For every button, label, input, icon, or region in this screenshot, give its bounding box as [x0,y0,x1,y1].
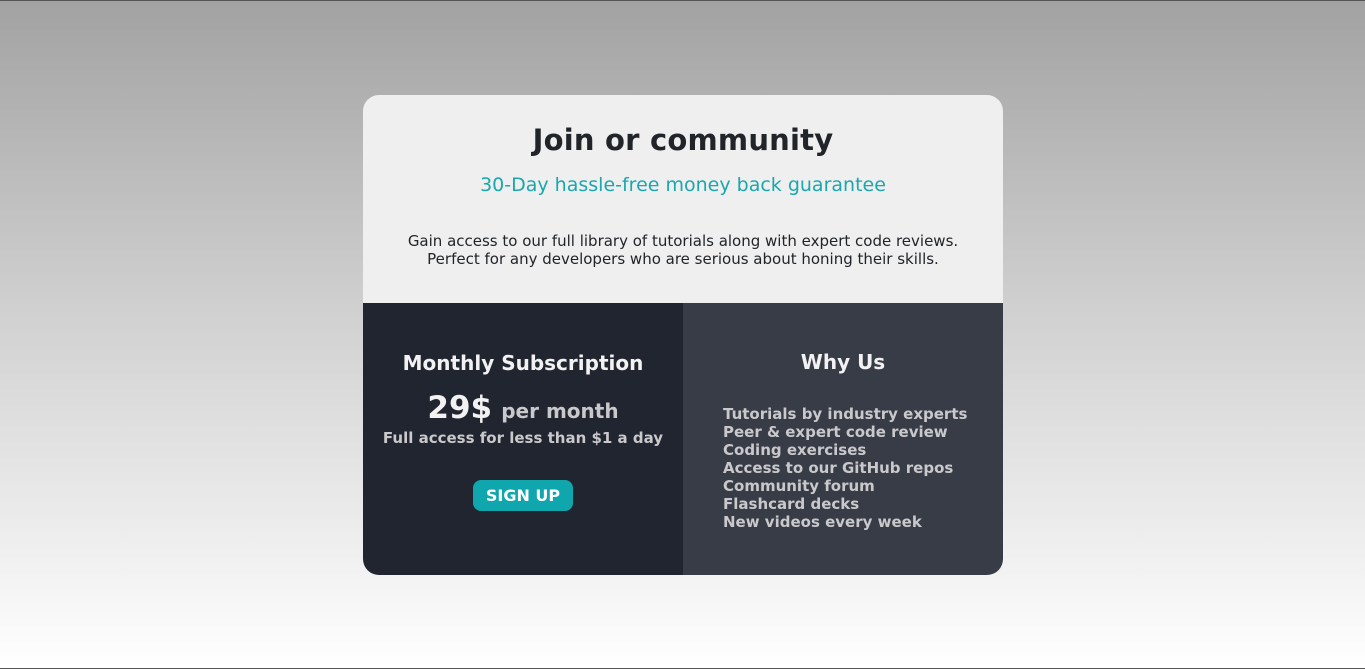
sign-up-button[interactable]: SIGN UP [472,480,574,511]
description-line-1: Gain access to our full library of tutor… [407,232,959,250]
why-us-panel: Why Us Tutorials by industry experts Pee… [683,303,1003,575]
card-header: Join or community 30-Day hassle-free mon… [363,95,1003,303]
list-item: Coding exercises [723,441,867,459]
description-line-2: Perfect for any developers who are serio… [427,250,939,268]
price-period: per month [501,399,619,423]
price-line: 29$ per month [363,392,683,429]
why-us-heading: Why Us [800,350,886,374]
pricing-card: Join or community 30-Day hassle-free mon… [363,95,1003,575]
subscription-panel: Monthly Subscription 29$ per month Full … [363,303,683,575]
list-item: New videos every week [723,513,922,531]
description: Gain access to our full library of tutor… [383,232,983,268]
subscription-heading: Monthly Subscription [402,351,644,375]
why-us-list: Tutorials by industry experts Peer & exp… [723,405,1003,531]
page-title: Join or community [532,123,834,157]
list-item: Tutorials by industry experts [723,405,968,423]
list-item: Flashcard decks [723,495,860,513]
list-item: Community forum [723,477,875,495]
list-item: Access to our GitHub repos [723,459,954,477]
price-amount: 29$ [427,390,493,426]
list-item: Peer & expert code review [723,423,948,441]
card-body: Monthly Subscription 29$ per month Full … [363,303,1003,575]
price-note: Full access for less than $1 a day [382,429,664,447]
guarantee-subtitle: 30-Day hassle-free money back guarantee [480,174,886,196]
